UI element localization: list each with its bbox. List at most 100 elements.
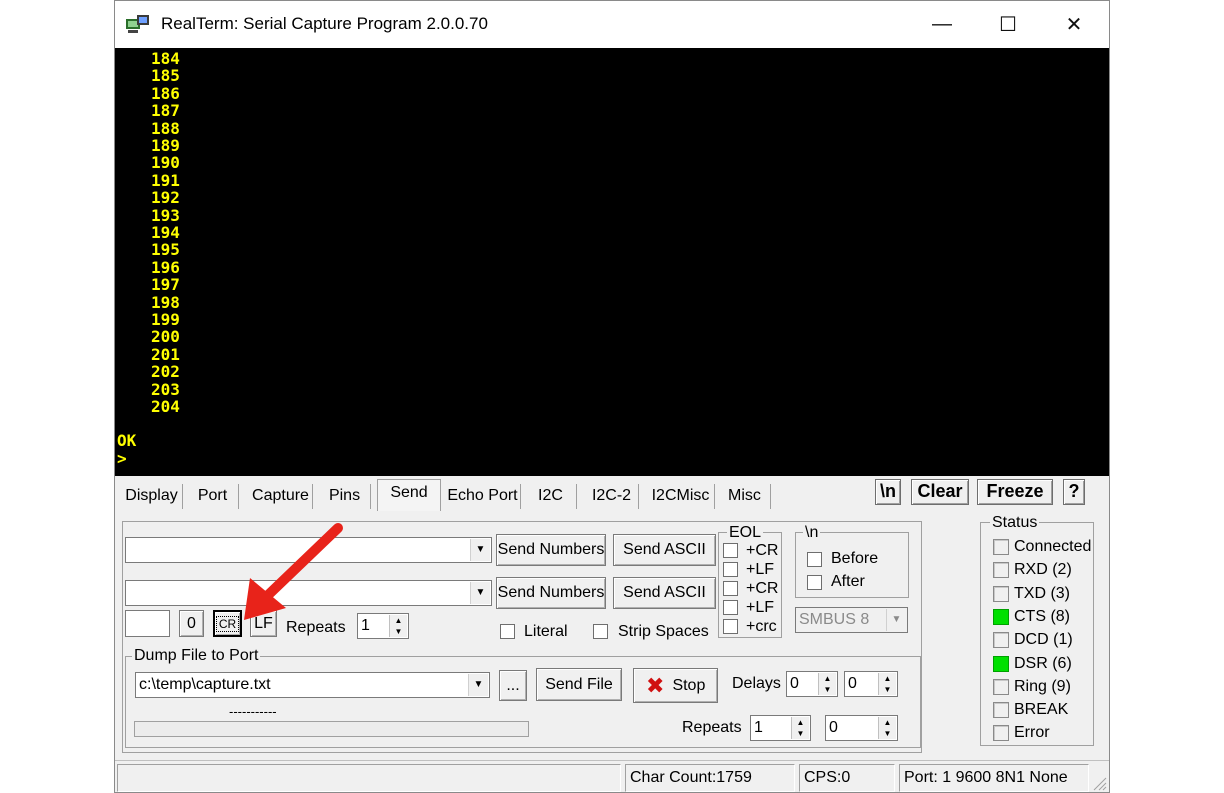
eol-checkbox[interactable]	[723, 581, 738, 596]
newline-button[interactable]: \n	[875, 479, 901, 505]
terminal-line: 184	[151, 49, 180, 68]
terminal-line: 204	[151, 397, 180, 416]
browse-button[interactable]: ...	[499, 670, 527, 701]
after-label: After	[831, 573, 865, 590]
status-bar: Char Count:1759 CPS:0 Port: 1 9600 8N1 N…	[115, 760, 1109, 792]
status-label: TXD (3)	[1014, 584, 1070, 602]
status-label: CTS (8)	[1014, 607, 1070, 625]
terminal-line: 189	[151, 136, 180, 155]
status-led-icon	[993, 655, 1009, 672]
delay-spinner-2[interactable]: 0 ▲ ▼	[844, 671, 898, 697]
delays-label: Delays	[732, 675, 781, 692]
status-led-icon	[993, 608, 1009, 625]
eol-option-label: +crc	[746, 618, 777, 635]
status-led-icon	[993, 725, 1009, 742]
terminal-line: 202	[151, 362, 180, 382]
tab-capture[interactable]: Capture	[249, 484, 313, 509]
dump-repeats-spinner-2[interactable]: 0 ▲ ▼	[825, 715, 898, 741]
terminal-prompt: >	[117, 449, 127, 468]
spinner-arrows-icon[interactable]: ▲ ▼	[818, 673, 836, 695]
stop-button[interactable]: ✖ Stop	[633, 668, 718, 703]
status-led-icon	[993, 632, 1009, 649]
before-label: Before	[831, 550, 879, 567]
literal-checkbox[interactable]	[500, 624, 515, 639]
terminal-line: 195	[151, 240, 180, 260]
clear-button[interactable]: Clear	[911, 479, 969, 505]
tab-i2c-2[interactable]: I2C-2	[585, 484, 639, 509]
eol-option-label: +CR	[746, 542, 779, 559]
send-file-button[interactable]: Send File	[536, 668, 622, 701]
realterm-window: RealTerm: Serial Capture Program 2.0.0.7…	[114, 0, 1110, 793]
chevron-down-icon[interactable]: ▼	[470, 539, 490, 561]
terminal-line: 188	[151, 118, 180, 138]
dump-repeats-label: Repeats	[682, 719, 742, 736]
dump-repeats-spinner-1[interactable]: 1 ▲ ▼	[750, 715, 811, 741]
stop-x-icon: ✖	[646, 672, 665, 698]
terminal-line: 200	[151, 327, 180, 347]
status-led-icon	[993, 585, 1009, 602]
send-numbers-button-2[interactable]: Send Numbers	[496, 577, 606, 609]
spinner-arrows-icon[interactable]: ▲ ▼	[791, 717, 809, 739]
chevron-down-icon[interactable]: ▼	[470, 582, 490, 604]
status-led-icon	[993, 678, 1009, 695]
status-label: Connected	[1014, 538, 1092, 555]
terminal-output[interactable]: 184 185 186 187 188 189 190 191 192 193 194 195 196 1…	[115, 48, 1109, 476]
chevron-down-icon[interactable]: ▼	[468, 674, 488, 696]
literal-label: Literal	[524, 623, 568, 640]
maximize-button[interactable]: ☐	[975, 1, 1041, 48]
tab-port[interactable]: Port	[187, 484, 239, 509]
delay-spinner-1[interactable]: 0 ▲ ▼	[786, 671, 838, 697]
red-arrow-annotation	[244, 523, 343, 620]
terminal-line: 198	[151, 292, 180, 312]
tab-send[interactable]: Send	[377, 479, 441, 511]
terminal-line: 196	[151, 257, 180, 277]
terminal-line: 201	[151, 344, 180, 364]
status-label: BREAK	[1014, 701, 1069, 719]
eol-checkbox[interactable]	[723, 543, 738, 558]
status-label: Ring (9)	[1014, 677, 1071, 695]
terminal-line: 191	[151, 170, 180, 190]
freeze-button[interactable]: Freeze	[977, 479, 1053, 505]
spinner-arrows-icon[interactable]: ▲ ▼	[878, 717, 896, 739]
terminal-line: 203	[151, 379, 180, 399]
send-ascii-button-1[interactable]: Send ASCII	[613, 534, 716, 566]
char-input[interactable]	[125, 610, 170, 637]
send-ascii-button-2[interactable]: Send ASCII	[613, 577, 716, 609]
status-label: Error	[1014, 724, 1050, 742]
terminal-line: 193	[151, 205, 180, 225]
status-label: RXD (2)	[1014, 561, 1072, 579]
terminal-line: 186	[151, 83, 180, 103]
tab-display[interactable]: Display	[121, 484, 183, 509]
status-led-icon	[993, 539, 1009, 555]
eol-checkbox[interactable]	[723, 600, 738, 615]
send-numbers-button-1[interactable]: Send Numbers	[496, 534, 606, 566]
title-bar: RealTerm: Serial Capture Program 2.0.0.7…	[115, 1, 1109, 48]
send-zero-button[interactable]: 0	[179, 610, 204, 637]
repeats-spinner[interactable]: 1 ▲ ▼	[357, 613, 409, 639]
tab-echo-port[interactable]: Echo Port	[445, 484, 521, 509]
strip-spaces-label: Strip Spaces	[618, 623, 709, 640]
terminal-line: 194	[151, 223, 180, 242]
smbus-select[interactable]: SMBUS 8 ▼	[795, 607, 908, 633]
realterm-app-icon	[126, 15, 149, 33]
before-checkbox[interactable]	[807, 552, 822, 567]
dump-file-group-label: Dump File to Port	[132, 647, 261, 664]
chevron-down-icon[interactable]: ▼	[886, 609, 906, 631]
tab-misc[interactable]: Misc	[719, 484, 771, 509]
minimize-button[interactable]: —	[909, 1, 975, 48]
after-checkbox[interactable]	[807, 575, 822, 590]
dump-file-input[interactable]: c:\temp\capture.txt ▼	[135, 672, 490, 698]
cps-readout: CPS:0	[799, 764, 895, 792]
spinner-arrows-icon[interactable]: ▲ ▼	[878, 673, 896, 695]
eol-checkbox[interactable]	[723, 562, 738, 577]
tab-i2c[interactable]: I2C	[525, 484, 577, 509]
strip-spaces-checkbox[interactable]	[593, 624, 608, 639]
spinner-arrows-icon[interactable]: ▲ ▼	[389, 615, 407, 637]
resize-grip-icon[interactable]	[1091, 775, 1107, 791]
close-button[interactable]: ✕	[1041, 1, 1107, 48]
help-button[interactable]: ?	[1063, 479, 1085, 505]
tab-i2cmisc[interactable]: I2CMisc	[647, 484, 715, 509]
tab-pins[interactable]: Pins	[319, 484, 371, 509]
eol-checkbox[interactable]	[723, 619, 738, 634]
status-led-icon	[993, 702, 1009, 719]
